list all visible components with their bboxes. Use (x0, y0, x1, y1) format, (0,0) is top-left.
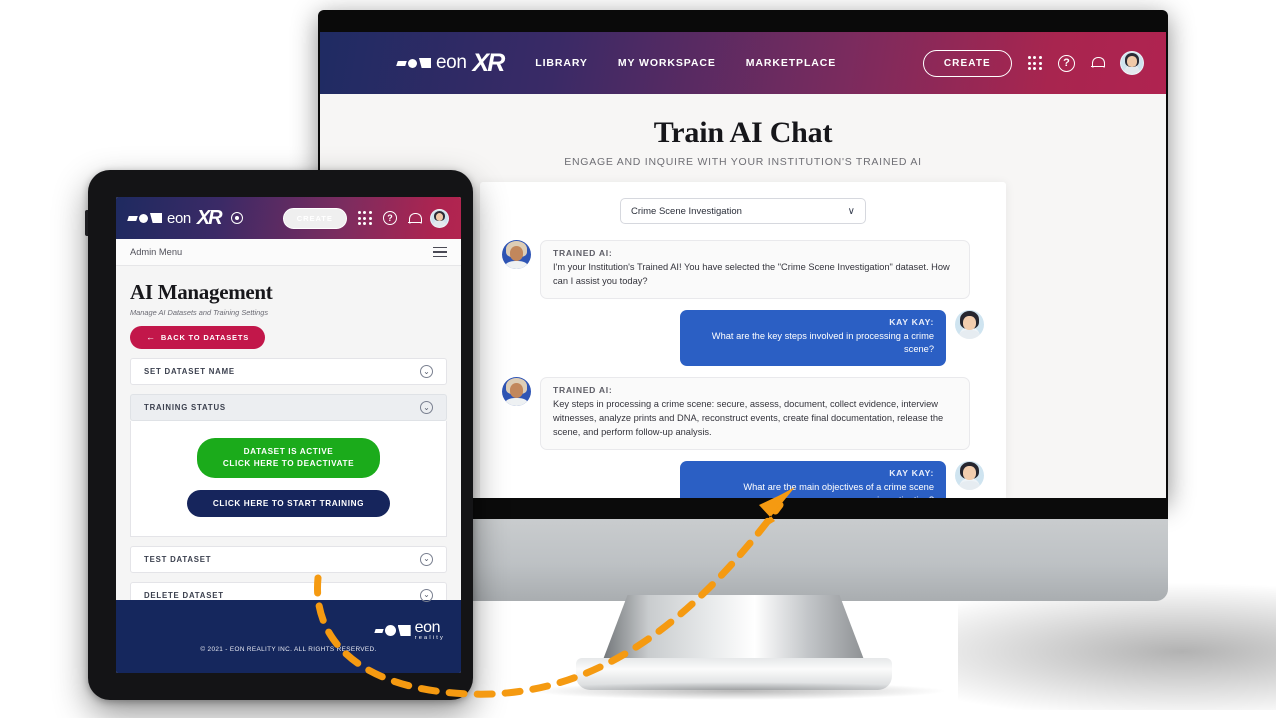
chevron-down-icon: ∨ (847, 205, 855, 217)
page-subtitle: Manage AI Datasets and Training Settings (130, 308, 269, 317)
ai-management-panel: AI Management Manage AI Datasets and Tra… (116, 266, 461, 609)
desktop-header-actions: CREATE ? (922, 49, 1144, 77)
accordion-label: TEST DATASET (144, 554, 212, 564)
chevron-down-icon: ⌄ (420, 588, 433, 602)
desktop-main-nav: LIBRARY MY WORKSPACE MARKETPLACE (535, 57, 836, 69)
back-to-datasets-label: BACK TO DATASETS (160, 333, 250, 342)
page-title: AI Management (130, 280, 273, 304)
notification-bell-icon[interactable] (408, 212, 422, 225)
avatar-trained-ai (502, 376, 531, 406)
chat-message-ai: TRAINED AI: Key steps in processing a cr… (502, 376, 984, 450)
message-bubble: KAY KAY: What are the main objectives of… (680, 460, 946, 498)
back-to-datasets-button[interactable]: ← BACK TO DATASETS (130, 326, 266, 349)
tablet-app-header: eon XR CREATE ? (116, 197, 461, 239)
create-button[interactable]: CREATE (282, 207, 347, 229)
logo-xr-text: XR (472, 48, 506, 77)
dataset-active-line1: DATASET IS ACTIVE (243, 447, 334, 456)
help-icon[interactable]: ? (1058, 54, 1075, 72)
avatar-kay-kay (955, 309, 984, 339)
create-button[interactable]: CREATE (922, 49, 1012, 77)
admin-menu-label: Admin Menu (130, 247, 183, 257)
user-avatar[interactable] (430, 208, 449, 228)
avatar-trained-ai (502, 240, 531, 269)
nav-item-my-workspace[interactable]: MY WORKSPACE (618, 57, 716, 69)
message-text: Key steps in processing a crime scene: s… (553, 398, 944, 437)
chat-message-user: KAY KAY: What are the key steps involved… (502, 309, 984, 366)
footer-logo-reality: reality (414, 635, 445, 641)
chat-message-user: KAY KAY: What are the main objectives of… (502, 460, 984, 498)
accordion-training-status[interactable]: TRAINING STATUS ⌄ (130, 394, 447, 421)
tablet-header-actions: CREATE ? (282, 207, 449, 229)
accordion-label: TRAINING STATUS (144, 403, 226, 412)
accordion-set-dataset-name[interactable]: SET DATASET NAME ⌄ (130, 358, 447, 385)
arrow-left-icon: ← (146, 332, 156, 342)
dataset-active-toggle-button[interactable]: DATASET IS ACTIVE CLICK HERE TO DEACTIVA… (196, 438, 381, 478)
tablet-app-viewport: eon XR CREATE ? Admin Menu AI Management… (116, 197, 461, 673)
monitor-shadow (528, 682, 948, 700)
avatar-kay-kay (955, 460, 984, 490)
message-sender: KAY KAY: (889, 316, 934, 327)
message-text: What are the main objectives of a crime … (743, 481, 934, 498)
help-icon[interactable]: ? (383, 211, 397, 225)
copyright-text: © 2021 - EON REALITY INC. ALL RIGHTS RES… (200, 646, 377, 653)
message-bubble: TRAINED AI: Key steps in processing a cr… (540, 376, 970, 450)
logo-eon-text: eon (436, 52, 467, 73)
accordion-label: DELETE DATASET (144, 590, 224, 600)
eonxr-logo[interactable]: eon XR (396, 48, 506, 78)
user-avatar[interactable] (1120, 51, 1144, 75)
accordion-test-dataset[interactable]: TEST DATASET ⌄ (130, 545, 447, 573)
tablet-footer: eon reality © 2021 - EON REALITY INC. AL… (116, 600, 461, 673)
message-sender: TRAINED AI: (553, 248, 613, 258)
eonxr-logo[interactable]: eon XR (127, 206, 223, 230)
page-subtitle: ENGAGE AND INQUIRE WITH YOUR INSTITUTION… (564, 156, 922, 168)
message-bubble: TRAINED AI: I'm your Institution's Train… (540, 240, 970, 299)
eon-logo-mark-icon (396, 58, 431, 68)
message-sender: KAY KAY: (889, 467, 934, 478)
tablet-side-button[interactable] (85, 210, 88, 236)
monitor-stand-neck (601, 595, 866, 665)
message-text: I'm your Institution's Trained AI! You h… (553, 262, 950, 286)
apps-grid-icon[interactable] (1027, 55, 1042, 71)
notification-bell-icon[interactable] (1091, 56, 1105, 71)
accordion-label: SET DATASET NAME (144, 367, 235, 376)
record-dot-icon[interactable] (230, 212, 243, 224)
eon-reality-logo: eon reality (374, 619, 445, 641)
page-title: Train AI Chat (653, 116, 833, 149)
message-bubble: KAY KAY: What are the key steps involved… (680, 309, 946, 366)
start-training-button[interactable]: CLICK HERE TO START TRAINING (186, 489, 391, 517)
screenshot-root: eon XR LIBRARY MY WORKSPACE MARKETPLACE … (0, 0, 1276, 718)
dataset-select[interactable]: Crime Scene Investigation ∨ (620, 198, 866, 224)
training-status-panel: DATASET IS ACTIVE CLICK HERE TO DEACTIVA… (130, 421, 447, 537)
chevron-down-icon: ⌄ (420, 365, 433, 378)
chevron-down-icon: ⌄ (420, 401, 433, 414)
eon-logo-mark-icon (127, 213, 162, 223)
chat-card: Crime Scene Investigation ∨ TRAINED AI: … (480, 182, 1006, 498)
nav-item-marketplace[interactable]: MARKETPLACE (746, 57, 836, 69)
hamburger-menu-icon[interactable] (433, 246, 447, 258)
logo-xr-text: XR (196, 206, 223, 229)
desktop-app-header: eon XR LIBRARY MY WORKSPACE MARKETPLACE … (320, 32, 1166, 94)
dataset-active-line2: CLICK HERE TO DEACTIVATE (222, 458, 355, 468)
admin-menu-bar[interactable]: Admin Menu (116, 239, 461, 266)
message-text: What are the key steps involved in proce… (711, 330, 934, 355)
chevron-down-icon: ⌄ (420, 552, 433, 566)
chat-message-ai: TRAINED AI: I'm your Institution's Train… (502, 240, 984, 299)
logo-eon-text: eon (167, 209, 191, 227)
apps-grid-icon[interactable] (357, 210, 372, 226)
message-sender: TRAINED AI: (553, 384, 613, 395)
dataset-select-value: Crime Scene Investigation (631, 205, 742, 217)
footer-logo-eon: eon (414, 619, 441, 636)
eon-logo-mark-icon (374, 625, 411, 636)
tablet-device: eon XR CREATE ? Admin Menu AI Management… (85, 170, 473, 700)
nav-item-library[interactable]: LIBRARY (535, 57, 588, 69)
